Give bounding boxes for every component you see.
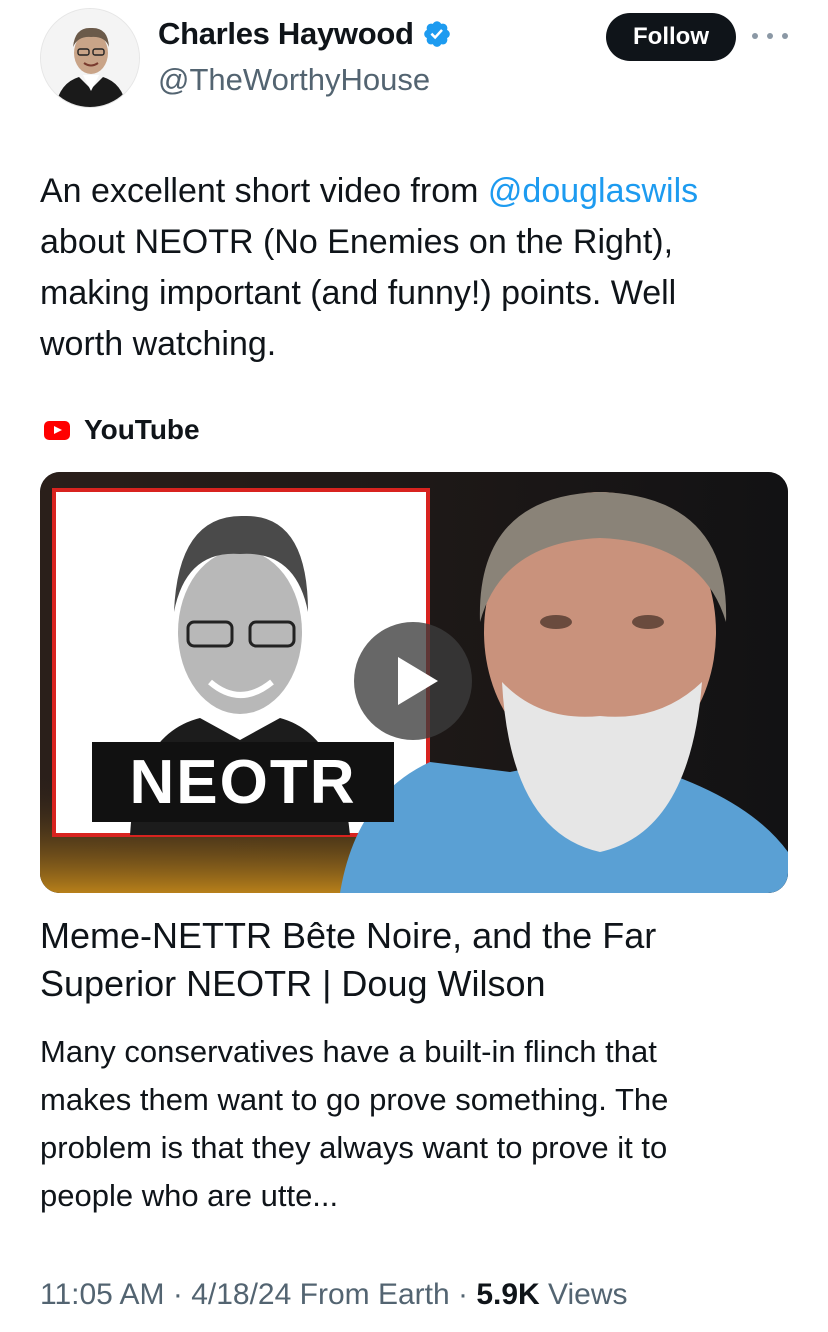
meta-separator: · <box>164 1278 192 1311</box>
tweet-line: making important (and funny!) points. We… <box>40 274 677 312</box>
tweet-time[interactable]: 11:05 AM <box>40 1278 165 1311</box>
tweet-line: about NEOTR (No Enemies on the Right), <box>40 223 674 261</box>
card-description-line: Many conservatives have a built-in flinc… <box>40 1034 657 1069</box>
card-description-line: makes them want to go prove something. T… <box>40 1082 669 1117</box>
mention-link[interactable]: @douglaswils <box>488 172 698 210</box>
author-handle[interactable]: @TheWorthyHouse <box>158 62 430 98</box>
verified-badge-icon <box>423 21 450 47</box>
meta-separator: · <box>449 1278 477 1311</box>
play-icon <box>398 657 438 705</box>
card-title[interactable]: Meme-NETTR Bête Noire, and the Far Super… <box>40 912 800 1008</box>
video-thumbnail[interactable]: NEOTR <box>40 472 788 893</box>
tweet-text: An excellent short video from @douglaswi… <box>40 166 800 370</box>
card-description-line: problem is that they always want to prov… <box>40 1130 668 1165</box>
card-description-line: people who are utte... <box>40 1178 339 1213</box>
views-label: Views <box>539 1278 628 1311</box>
more-dot <box>767 33 773 39</box>
youtube-icon <box>44 420 70 440</box>
tweet-line: An excellent short video from @douglaswi… <box>40 166 800 217</box>
card-source[interactable]: YouTube <box>44 414 200 446</box>
play-button[interactable] <box>354 622 472 740</box>
views-count[interactable]: 5.9K <box>476 1278 539 1311</box>
tweet-date[interactable]: 4/18/24 <box>191 1278 291 1311</box>
avatar-image <box>41 9 139 107</box>
tweet-location: From Earth <box>291 1278 450 1311</box>
tweet-meta: 11:05 AM · 4/18/24 From Earth · 5.9K Vie… <box>40 1278 628 1312</box>
card-title-line: Superior NEOTR | Doug Wilson <box>40 963 546 1004</box>
tweet-line-text: An excellent short video from <box>40 172 488 210</box>
more-dot <box>782 33 788 39</box>
author-display-name[interactable]: Charles Haywood <box>158 16 414 52</box>
card-source-label: YouTube <box>84 414 200 445</box>
more-dot <box>752 33 758 39</box>
more-options-icon[interactable] <box>752 26 788 46</box>
card-title-line: Meme-NETTR Bête Noire, and the Far <box>40 915 657 956</box>
thumbnail-caption: NEOTR <box>92 742 394 822</box>
card-description: Many conservatives have a built-in flinc… <box>40 1028 800 1220</box>
author-name-row: Charles Haywood <box>158 16 452 52</box>
follow-button[interactable]: Follow <box>606 13 736 61</box>
tweet-line: worth watching. <box>40 325 277 363</box>
tweet-header: Charles Haywood @TheWorthyHouse Follow <box>0 0 828 130</box>
avatar[interactable] <box>40 8 140 108</box>
